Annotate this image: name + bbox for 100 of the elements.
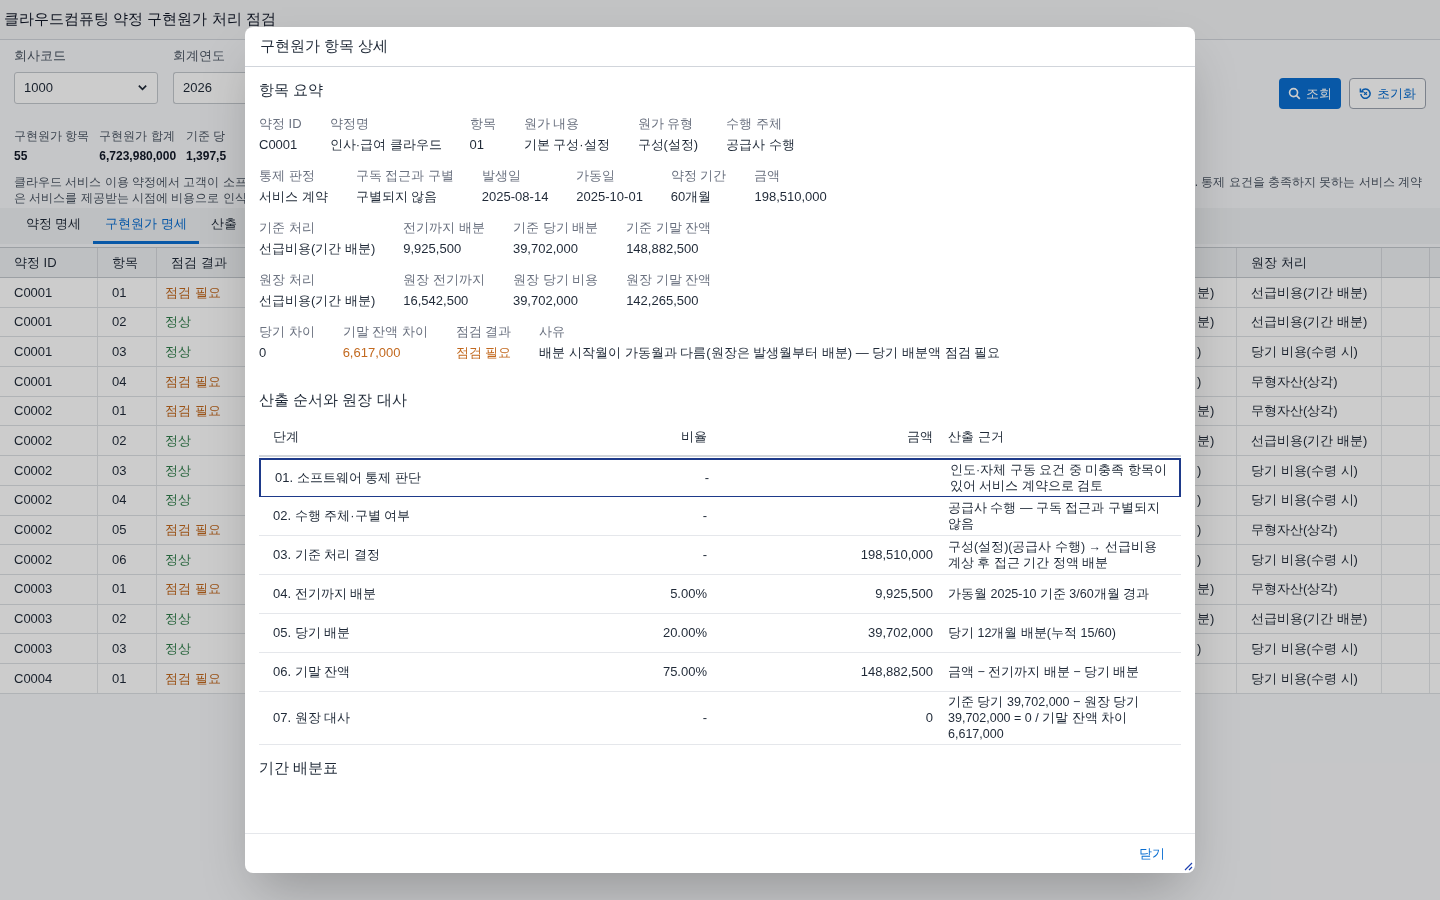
table-cell-text: 01 [112,580,127,599]
table-cell-text: C0002 [14,521,53,540]
table-cell-text: 당기 비용(수령 시) [1251,669,1358,688]
field-value: 배분 시작월이 가동월과 다름(원장은 발생월부터 배분) — 당기 배분액 점검 필요 [539,344,1001,362]
table-cell-text: 06 [112,550,127,569]
status-text: 점검 필요 [165,521,221,540]
reset-icon [1359,87,1372,100]
field-label: 약정명 [329,114,370,133]
table-cell-text: C0003 [14,610,53,629]
table-cell-text: 당기 비용(수령 시) [1251,491,1358,510]
table-cell-text: 선급비용(기간 배분) [1251,610,1368,629]
table-cell: 04. 전기까지 배분 [273,586,377,602]
status-text: 정상 [165,313,191,332]
summary-value: 1,397,5 [186,148,227,165]
status-text: 정상 [165,610,191,629]
tab[interactable]: 구현원가 명세 [93,208,199,244]
status-text: 점검 필요 [165,402,221,421]
field-label: 원가 내용 [523,114,581,133]
status-text: 점검 필요 [165,283,221,302]
status-text: 정상 [165,461,191,480]
field-value: 공급사 수행 [726,136,795,154]
field-label: 약정 기간 [670,166,727,185]
table-cell-text: 선급비용(기간 배분) [1251,283,1368,302]
step-row[interactable]: 05. 당기 배분 20.00% 39,702,000 당기 12개월 배분(누적 15/60) [259,614,1181,653]
summary-label: 구현원가 합계 [99,128,176,145]
field-label: 회계연도 [173,47,226,65]
field-value: C0001 [259,136,299,154]
search-button[interactable]: 조회 [1279,78,1341,109]
section-heading: 기간 배분표 [259,758,340,778]
field-label: 기준 처리 [259,218,316,237]
table-cell-text: C0002 [14,402,53,421]
step-row[interactable]: 01. 소프트웨어 통제 판단 - 인도·자체 구동 요건 중 미충족 항목이 있어 서비스 계약으로 검토 [259,458,1181,497]
table-cell-text: C0001 [14,342,53,361]
table-cell-text: 기준 당기 39,702,000 − 원장 당기 39,702,000 = 0 / 기말 잔액 차이 6,617,000 [948,694,1141,742]
table-cell-text: 분) [1197,283,1215,302]
field-value: 148,882,500 [626,240,700,258]
field-value: 2025-08-14 [481,188,549,206]
status-text: 점검 필요 [165,669,221,688]
field-label: 당기 차이 [259,322,315,341]
table-cell-text: 당기 비용(수령 시) [1251,461,1358,480]
table-cell: - [702,547,707,563]
table-cell-text: ) [1197,342,1202,361]
table-cell: - [702,710,707,726]
table-cell: 02. 수행 주체·구별 여부 [273,508,411,524]
field-value: 선급비용(기간 배분) [259,292,376,310]
table-cell-text: 03 [112,639,127,658]
table-cell: 06. 기말 잔액 [273,664,351,680]
table-cell: - [704,470,709,486]
step-row[interactable]: 07. 원장 대사 - 0 기준 당기 39,702,000 − 원장 당기 39,702,000 = 0 / 기말 잔액 차이 6,617,000 [259,692,1181,745]
field-label: 회사코드 [14,47,67,65]
field-label: 전기까지 배분 [403,218,485,237]
summary-value: 6,723,980,000 [99,148,177,165]
table-cell-text: 구성(설정)(공급사 수행) → 선급비용 계상 후 접근 기간 정액 배분 [948,539,1158,571]
table-cell-text: C0003 [14,639,53,658]
status-text: 정상 [165,432,191,451]
status-text: 점검 필요 [165,580,221,599]
table-cell-text: 분) [1197,313,1215,332]
field-label: 약정 ID [259,114,302,133]
table-cell-text: 당기 비용(수령 시) [1251,550,1358,569]
table-cell-text: 03 [112,461,127,480]
field-label: 기말 잔액 차이 [342,322,428,341]
chevron-down-icon [137,82,148,93]
field-label: 원장 전기까지 [403,270,485,289]
step-row[interactable]: 03. 기준 처리 결정 - 198,510,000 구성(설정)(공급사 수행) → 선급비용 계상 후 접근 기간 정액 배분 [259,536,1181,575]
field-label: 점검 결과 [455,322,512,341]
step-row[interactable]: 02. 수행 주체·구별 여부 - 공급사 수행 — 구독 접근과 구별되지 않음 [259,497,1181,536]
table-cell-text: 무형자산(상각) [1251,580,1338,599]
field-value: 서비스 계약 [259,188,328,206]
table-cell: 9,925,500 [875,586,933,602]
step-row[interactable]: 06. 기말 잔액 75.00% 148,882,500 금액 − 전기까지 배분 − 당기 배분 [259,653,1181,692]
column-header: 점검 결과 [171,253,227,272]
field-label: 금액 [754,166,782,185]
resize-handle-icon[interactable] [1183,861,1193,871]
table-cell-text: 분) [1197,402,1215,421]
section-heading: 산출 순서와 원장 대사 [259,389,408,410]
close-button[interactable]: 닫기 [1139,843,1165,864]
tab[interactable]: 산출 [198,208,249,244]
table-cell: 가동월 2025-10 기준 3/60개월 경과 [948,586,1150,602]
table-cell-text: 04 [112,372,127,391]
step-row[interactable]: 04. 전기까지 배분 5.00% 9,925,500 가동월 2025-10 기준 3/60개월 경과 [259,575,1181,614]
section-heading: 항목 요약 [259,80,325,100]
status-text: 점검 필요 [165,372,221,391]
table-cell-text: ) [1197,372,1202,391]
field-label: 통제 판정 [259,166,316,185]
reset-button[interactable]: 초기화 [1349,78,1426,109]
table-cell-text: C0001 [14,313,53,332]
year-input[interactable]: 2026 [173,71,245,104]
table-cell: 05. 당기 배분 [273,625,351,641]
column-header: 산출 근거 [948,428,1004,447]
company-code-select[interactable]: 1000 [14,71,158,104]
field-label: 사유 [539,322,567,341]
table-cell-text: ) [1197,521,1202,540]
tab[interactable]: 약정 명세 [14,208,94,244]
table-cell: 금액 − 전기까지 배분 − 당기 배분 [948,664,1140,680]
table-cell: 148,882,500 [860,664,933,680]
field-value: 16,542,500 [403,292,470,310]
column-header: 비율 [681,428,707,447]
table-cell-text: ) [1197,491,1202,510]
table-cell-text: ) [1197,550,1202,569]
field-label: 원가 유형 [637,114,695,133]
